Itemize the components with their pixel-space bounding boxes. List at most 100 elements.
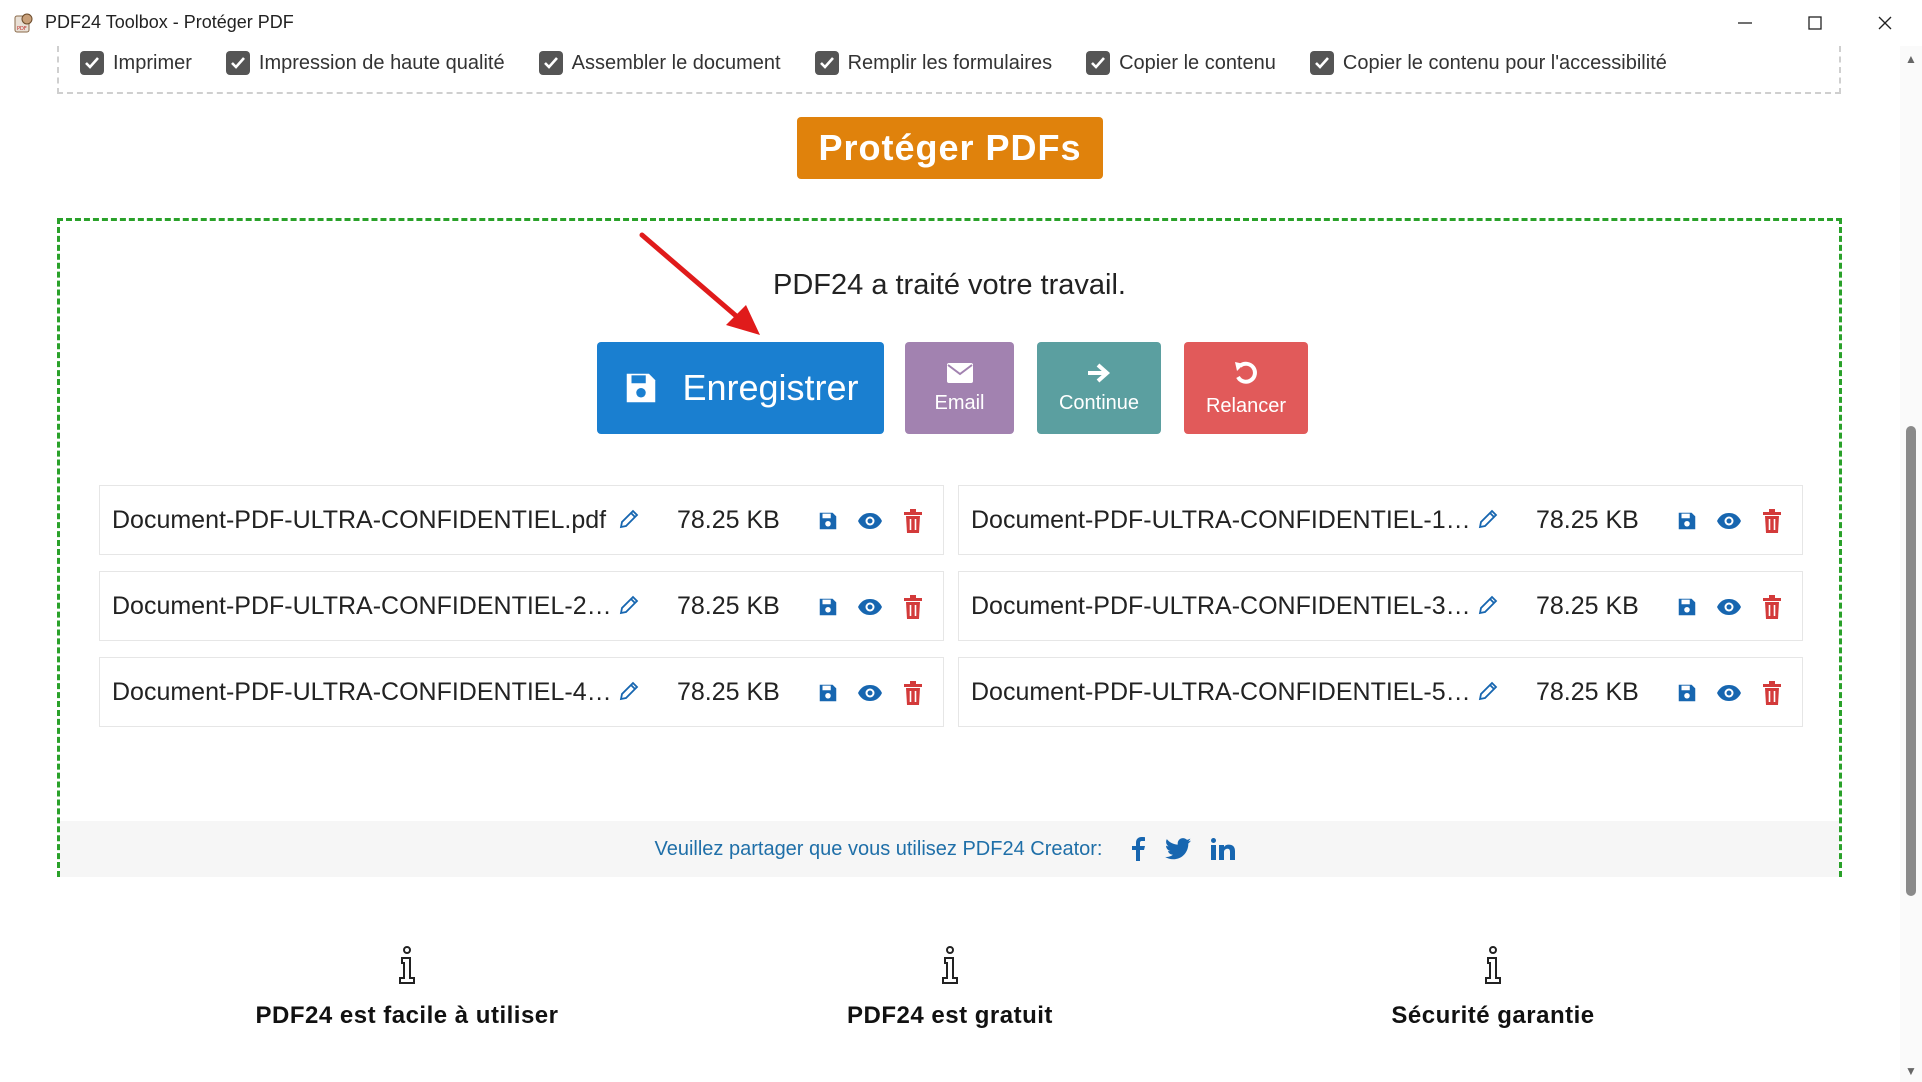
pencil-icon[interactable] [1477, 680, 1499, 707]
svg-text:PDF: PDF [17, 26, 27, 32]
eye-icon[interactable] [857, 594, 883, 620]
scroll-down-icon[interactable]: ▼ [1905, 1064, 1917, 1078]
trash-icon[interactable] [1759, 594, 1785, 620]
continue-button-label: Continue [1058, 391, 1140, 414]
checkmark-icon [543, 57, 558, 69]
vertical-scrollbar[interactable]: ▲ ▼ [1900, 46, 1922, 1082]
continue-button[interactable]: Continue [1037, 342, 1161, 434]
feature-title: PDF24 est facile à utiliser [255, 1002, 559, 1029]
minimize-icon [1738, 22, 1752, 24]
permission-item[interactable]: Remplir les formulaires [814, 51, 1053, 75]
main-content: Imprimer Impression de haute qualité Assem… [0, 46, 1900, 1082]
feature-free: PDF24 est gratuit [750, 946, 1150, 1030]
result-box: PDF24 a traité votre travail. Enregistre… [57, 218, 1842, 877]
checkbox[interactable] [814, 51, 839, 75]
trash-icon[interactable] [1759, 680, 1785, 706]
file-card: Document-PDF-ULTRA-CONFIDENTIEL.pdf 78.25… [99, 485, 944, 555]
share-bar: Veuillez partager que vous utilisez PDF2… [60, 821, 1839, 877]
checkbox[interactable] [80, 51, 104, 75]
info-icon [942, 946, 958, 984]
checkbox[interactable] [1309, 51, 1334, 75]
email-button[interactable]: Email [905, 342, 1014, 434]
trash-icon[interactable] [1759, 508, 1785, 534]
trash-icon[interactable] [900, 680, 926, 706]
info-icon [399, 946, 415, 984]
floppy-disk-icon[interactable] [815, 508, 841, 534]
title-bar: PDF PDF24 Toolbox - Protéger PDF [0, 0, 1922, 46]
share-text: Veuillez partager que vous utilisez PDF2… [654, 837, 1103, 860]
file-size: 78.25 KB [1536, 506, 1639, 534]
save-button-label: Enregistrer [682, 367, 859, 408]
file-card: Document-PDF-ULTRA-CONFIDENTIEL-2… 78.25 … [99, 571, 944, 641]
checkmark-icon [230, 57, 245, 69]
annotation-arrow [639, 232, 760, 335]
file-name: Document-PDF-ULTRA-CONFIDENTIEL-5… [971, 678, 1471, 706]
file-size: 78.25 KB [1536, 592, 1639, 620]
feature-easy: PDF24 est facile à utiliser [207, 946, 607, 1030]
permission-item[interactable]: Imprimer [80, 51, 192, 75]
file-card: Document-PDF-ULTRA-CONFIDENTIEL-3… 78.25 … [958, 571, 1803, 641]
file-name: Document-PDF-ULTRA-CONFIDENTIEL-2… [112, 592, 612, 620]
save-button[interactable]: Enregistrer [597, 342, 884, 434]
result-message: PDF24 a traité votre travail. [773, 269, 1126, 301]
permission-item[interactable]: Assembler le document [538, 51, 781, 75]
linkedin-icon[interactable] [1210, 838, 1235, 860]
permissions-row: Imprimer Impression de haute qualité Assem… [80, 51, 1701, 75]
pencil-icon[interactable] [1477, 508, 1499, 535]
file-size: 78.25 KB [677, 506, 780, 534]
checkmark-icon [85, 57, 99, 69]
window-title: PDF24 Toolbox - Protéger PDF [45, 12, 294, 32]
permission-label: Imprimer [113, 51, 192, 74]
envelope-icon [946, 362, 973, 383]
feature-security: Sécurité garantie [1293, 946, 1693, 1030]
checkbox[interactable] [225, 51, 250, 75]
permission-item[interactable]: Impression de haute qualité [225, 51, 505, 75]
floppy-disk-icon[interactable] [815, 594, 841, 620]
relancer-button-label: Relancer [1205, 394, 1287, 417]
pencil-icon[interactable] [618, 680, 640, 707]
feature-title: Sécurité garantie [1391, 1002, 1595, 1029]
eye-icon[interactable] [1716, 508, 1742, 534]
pencil-icon[interactable] [1477, 594, 1499, 621]
eye-icon[interactable] [1716, 594, 1742, 620]
protect-pdfs-button[interactable]: Protéger PDFs [797, 117, 1103, 179]
pencil-icon[interactable] [618, 594, 640, 621]
checkbox[interactable] [538, 51, 563, 75]
email-button-label: Email [934, 391, 985, 414]
eye-icon[interactable] [857, 508, 883, 534]
floppy-disk-icon[interactable] [1674, 508, 1700, 534]
permission-label: Assembler le document [571, 51, 781, 74]
eye-icon[interactable] [857, 680, 883, 706]
floppy-disk-icon[interactable] [1674, 680, 1700, 706]
permission-item[interactable]: Copier le contenu [1086, 51, 1276, 75]
file-size: 78.25 KB [1536, 678, 1639, 706]
checkmark-icon [1091, 57, 1106, 69]
checkmark-icon [1314, 57, 1329, 69]
checkbox[interactable] [1086, 51, 1111, 75]
undo-icon [1235, 361, 1257, 384]
maximize-icon [1808, 16, 1822, 30]
twitter-icon[interactable] [1164, 838, 1191, 860]
minimize-button[interactable] [1710, 0, 1780, 46]
permission-item[interactable]: Copier le contenu pour l'accessibilité [1309, 51, 1667, 75]
file-name: Document-PDF-ULTRA-CONFIDENTIEL-4… [112, 678, 612, 706]
scroll-up-icon[interactable]: ▲ [1905, 52, 1917, 66]
maximize-button[interactable] [1780, 0, 1850, 46]
eye-icon[interactable] [1716, 680, 1742, 706]
file-name: Document-PDF-ULTRA-CONFIDENTIEL.pdf [112, 506, 607, 534]
scrollbar-thumb[interactable] [1906, 426, 1916, 896]
floppy-disk-icon[interactable] [1674, 594, 1700, 620]
trash-icon[interactable] [900, 508, 926, 534]
close-button[interactable] [1850, 0, 1920, 46]
facebook-icon[interactable] [1131, 837, 1145, 861]
floppy-disk-icon[interactable] [815, 680, 841, 706]
arrow-right-icon [1088, 363, 1111, 382]
permission-label: Copier le contenu [1119, 51, 1276, 74]
file-name: Document-PDF-ULTRA-CONFIDENTIEL-3… [971, 592, 1471, 620]
file-size: 78.25 KB [677, 678, 780, 706]
pencil-icon[interactable] [618, 508, 640, 535]
relancer-button[interactable]: Relancer [1184, 342, 1308, 434]
close-icon [1878, 16, 1892, 30]
trash-icon[interactable] [900, 594, 926, 620]
permission-label: Remplir les formulaires [847, 51, 1053, 74]
